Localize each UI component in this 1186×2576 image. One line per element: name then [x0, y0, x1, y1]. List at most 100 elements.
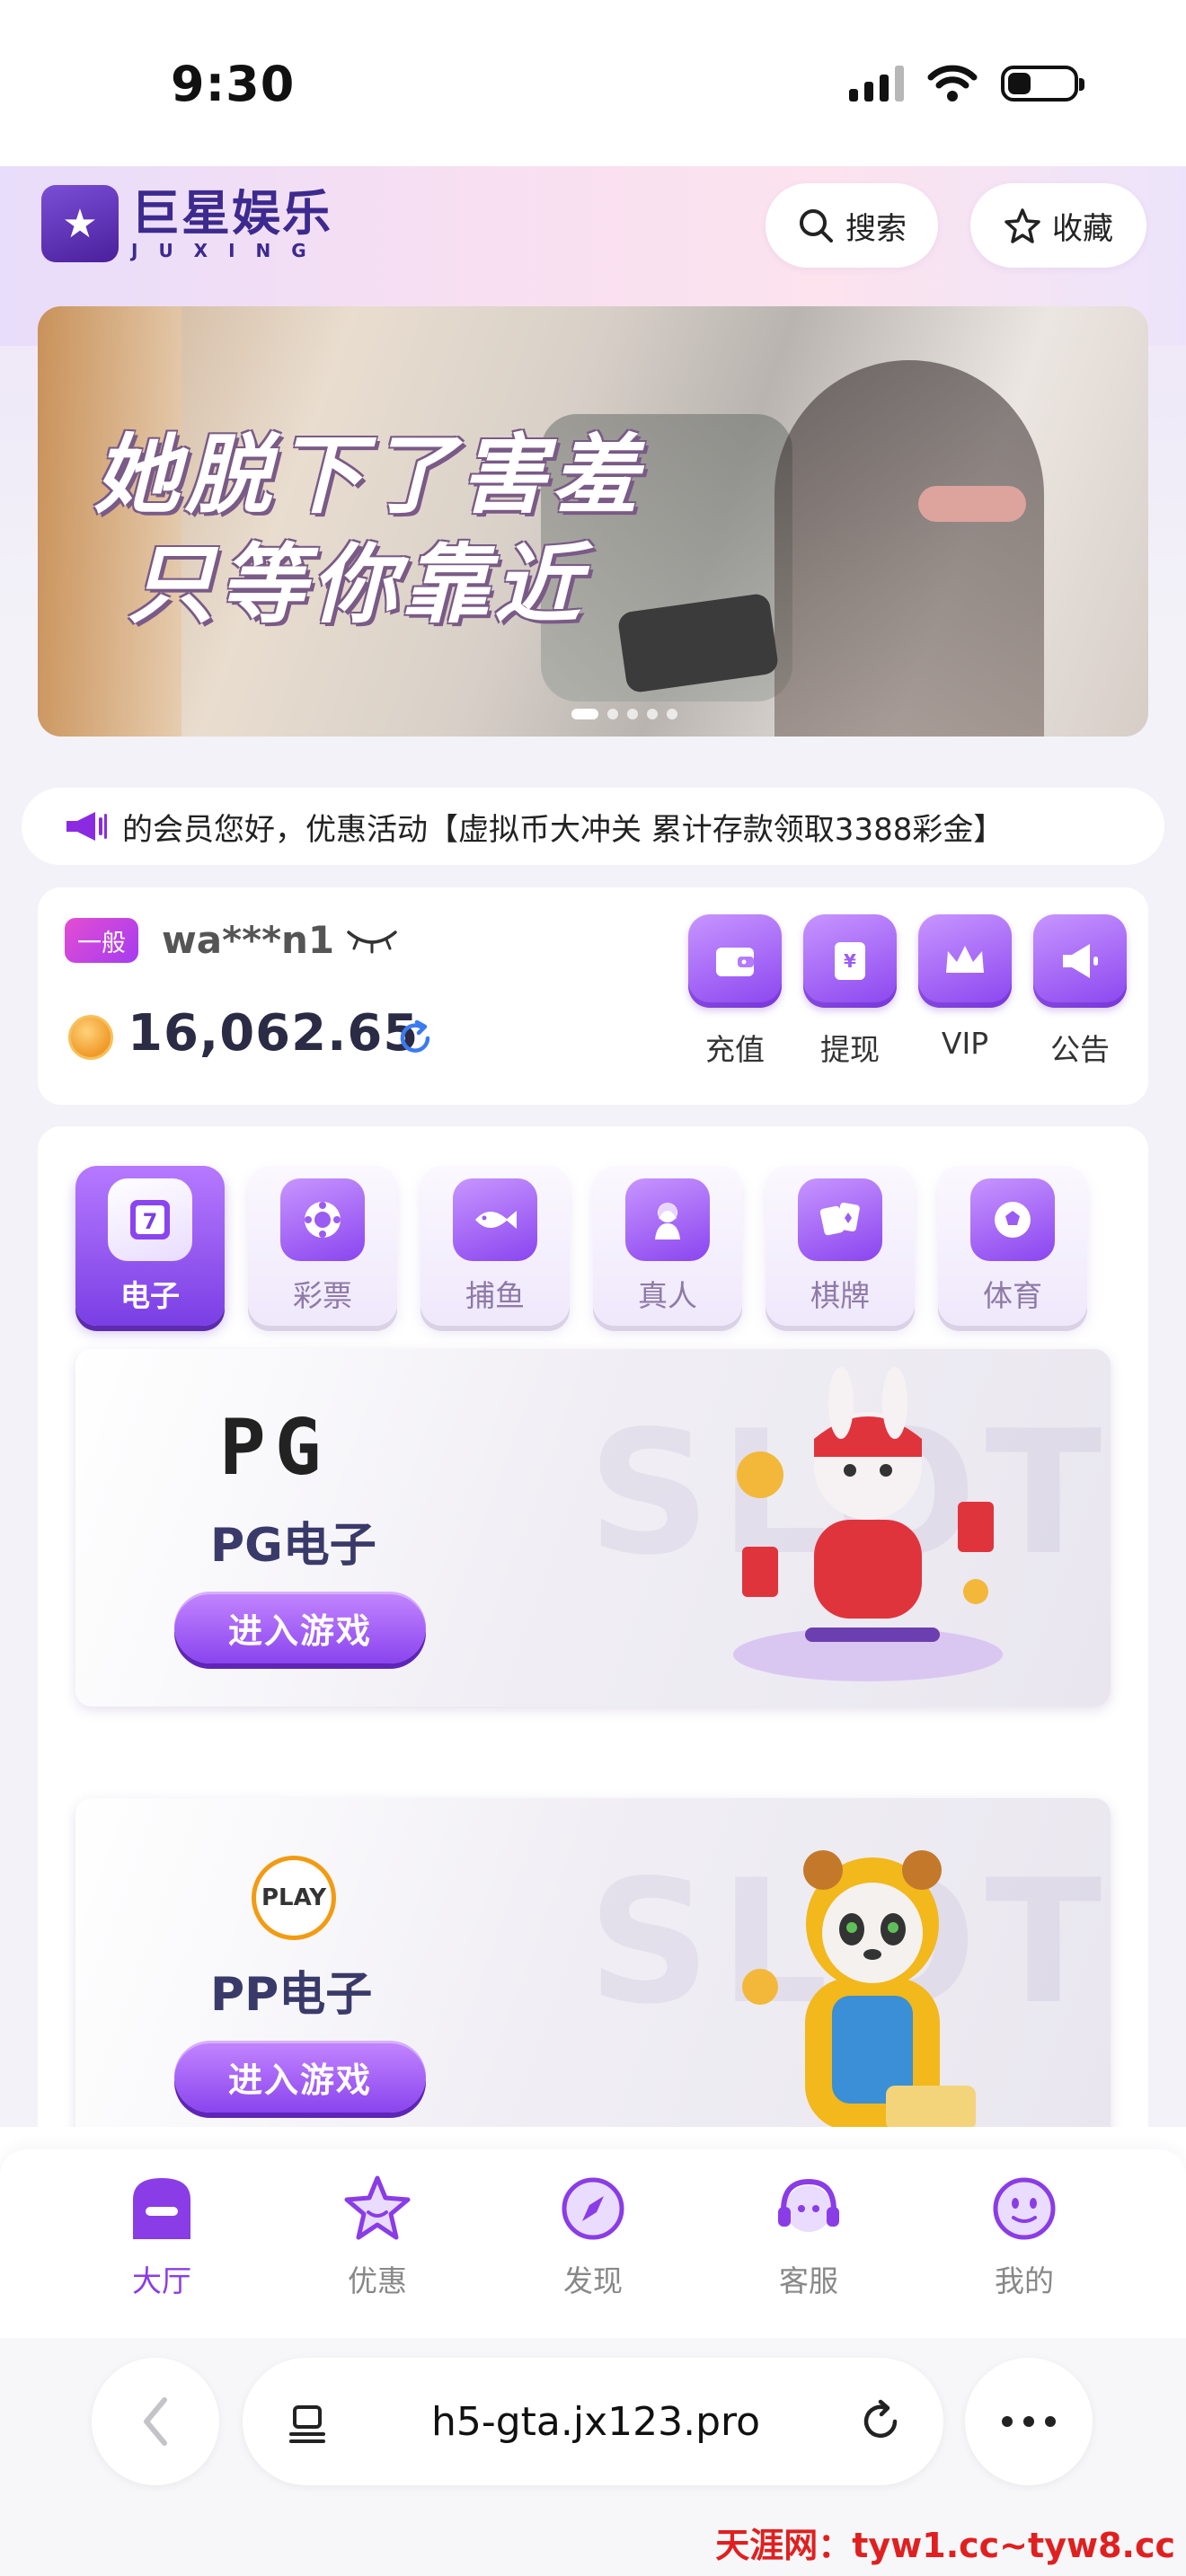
pg-logo: PG — [219, 1403, 331, 1493]
lottery-ball-icon — [280, 1178, 365, 1261]
wifi-icon — [927, 65, 978, 101]
status-icons — [849, 65, 1084, 102]
tab-lottery[interactable]: 彩票 — [248, 1166, 397, 1326]
url-text: h5-gta.jx123.pro — [430, 2398, 761, 2445]
tab-sports[interactable]: 体育 — [938, 1166, 1087, 1326]
dealer-icon — [625, 1178, 710, 1261]
game-name: PG电子 — [210, 1519, 376, 1573]
logo-title: 巨星娱乐 — [131, 185, 332, 242]
carousel-dot[interactable] — [647, 709, 658, 719]
wallet-icon — [688, 914, 782, 1008]
carousel-dots[interactable] — [571, 709, 677, 719]
tab-electronic[interactable]: 7 电子 — [75, 1166, 225, 1326]
chevron-left-icon — [144, 2397, 167, 2446]
crown-icon — [918, 914, 1012, 1008]
search-icon — [800, 209, 833, 243]
battery-icon — [1001, 66, 1084, 101]
username: wa***n1 — [162, 918, 335, 962]
action-deposit[interactable]: 充值 — [686, 914, 783, 1069]
banner-headline: 她脱下了害羞 — [93, 425, 643, 525]
carousel-dot[interactable] — [571, 709, 598, 719]
action-label: 公告 — [1050, 1032, 1110, 1067]
watermark-text: 天涯网：tyw1.cc~tyw8.cc — [715, 2526, 1175, 2565]
soccer-ball-icon — [970, 1178, 1055, 1261]
nav-label: 我的 — [995, 2263, 1054, 2298]
action-label: 提现 — [820, 1032, 880, 1067]
carousel-dot[interactable] — [607, 709, 618, 719]
tab-live[interactable]: 真人 — [593, 1166, 742, 1326]
balance-amount: 16,062.65 — [128, 1004, 420, 1063]
nav-lobby[interactable]: 大厅 — [90, 2171, 234, 2338]
status-bar: 9:30 — [0, 0, 1186, 166]
nav-label: 发现 — [563, 2263, 623, 2298]
search-label: 搜索 — [845, 210, 907, 247]
nav-profile[interactable]: 我的 — [952, 2171, 1096, 2338]
tab-fishing[interactable]: 捕鱼 — [420, 1166, 570, 1326]
smiley-icon — [993, 2177, 1056, 2240]
megaphone-icon — [66, 812, 107, 841]
headset-icon — [778, 2178, 839, 2232]
browser-more-button[interactable] — [965, 2358, 1093, 2485]
lobby-icon — [133, 2178, 190, 2239]
carousel-dot[interactable] — [627, 709, 638, 719]
cards-icon — [798, 1178, 882, 1261]
category-tabs: 7 电子 彩票 捕鱼 真人 棋牌 体育 — [75, 1166, 1087, 1326]
game-card-pg[interactable]: SLOT PG PG电子 进入游戏 — [75, 1349, 1111, 1707]
star-icon — [344, 2175, 411, 2240]
tab-label: 电子 — [120, 1278, 180, 1313]
pp-logo: PLAY — [252, 1856, 336, 1940]
tab-label: 真人 — [638, 1278, 697, 1313]
svg-text:7: 7 — [143, 1209, 158, 1234]
nav-promotions[interactable]: 优惠 — [305, 2171, 449, 2338]
enter-game-button[interactable]: 进入游戏 — [174, 2041, 426, 2113]
action-vip[interactable]: VIP — [916, 914, 1013, 1069]
logo-subtitle: JUXING — [131, 240, 327, 261]
game-panel: 7 电子 彩票 捕鱼 真人 棋牌 体育 PG PG电子 进入游戏 PLAY PP… — [38, 1126, 1148, 2127]
yen-card-icon: ¥ — [803, 914, 897, 1008]
quick-actions: 充值 ¥ 提现 VIP 公告 — [686, 914, 1128, 1069]
nav-discover[interactable]: 发现 — [521, 2171, 665, 2338]
app-logo[interactable]: ★ 巨星娱乐 JUXING — [41, 185, 332, 262]
compass-icon — [562, 2177, 624, 2240]
slot-seven-icon: 7 — [108, 1178, 192, 1261]
tab-list-icon[interactable] — [252, 2395, 359, 2448]
action-label: VIP — [941, 1026, 989, 1061]
tab-cards[interactable]: 棋牌 — [766, 1166, 915, 1326]
action-withdraw[interactable]: ¥ 提现 — [801, 914, 898, 1069]
more-dots-icon — [1002, 2416, 1056, 2427]
announcement-marquee[interactable]: 的会员您好，优惠活动【虚拟币大冲关 累计存款领取3388彩金】 — [22, 788, 1164, 865]
user-card: 一般 wa***n1 16,062.65 充值 ¥ 提现 VIP 公告 — [38, 887, 1148, 1105]
eye-closed-icon[interactable] — [345, 927, 399, 954]
rabbit-mascot-icon — [733, 1367, 1003, 1681]
fish-icon — [453, 1178, 537, 1261]
reload-icon[interactable] — [832, 2395, 931, 2448]
game-name: PP电子 — [210, 1968, 373, 2022]
nav-label: 大厅 — [132, 2263, 191, 2298]
banner-subheadline: 只等你靠近 — [128, 534, 586, 635]
cellular-signal-icon — [849, 66, 904, 101]
coin-icon — [68, 1015, 113, 1060]
carousel-dot[interactable] — [667, 709, 677, 719]
action-label: 充值 — [705, 1032, 765, 1067]
status-time: 9:30 — [171, 56, 296, 112]
logo-crest-icon: ★ — [41, 185, 119, 262]
star-outline-icon — [1005, 208, 1040, 243]
favorite-label: 收藏 — [1052, 210, 1113, 247]
nav-support[interactable]: 客服 — [737, 2171, 881, 2338]
action-notice[interactable]: 公告 — [1031, 914, 1128, 1069]
game-card-pp[interactable]: SLOT PLAY PP电子 进入游戏 — [75, 1798, 1111, 2127]
tab-label: 彩票 — [293, 1278, 352, 1313]
refresh-icon[interactable] — [395, 1019, 435, 1058]
tab-label: 捕鱼 — [465, 1278, 525, 1313]
promo-banner[interactable]: 她脱下了害羞 只等你靠近 — [38, 306, 1148, 737]
browser-address-bar[interactable]: h5-gta.jx123.pro — [243, 2358, 943, 2485]
enter-game-button[interactable]: 进入游戏 — [174, 1592, 426, 1663]
favorite-button[interactable]: 收藏 — [970, 183, 1146, 268]
panda-mascot-icon — [742, 1850, 976, 2127]
nav-label: 优惠 — [348, 2263, 407, 2298]
svg-text:¥: ¥ — [844, 950, 856, 972]
browser-back-button[interactable] — [92, 2358, 219, 2485]
bottom-nav: 大厅 优惠 发现 客服 我的 — [0, 2149, 1186, 2338]
search-button[interactable]: 搜索 — [766, 183, 938, 268]
marquee-text: 的会员您好，优惠活动【虚拟币大冲关 累计存款领取3388彩金】 — [122, 811, 1005, 848]
